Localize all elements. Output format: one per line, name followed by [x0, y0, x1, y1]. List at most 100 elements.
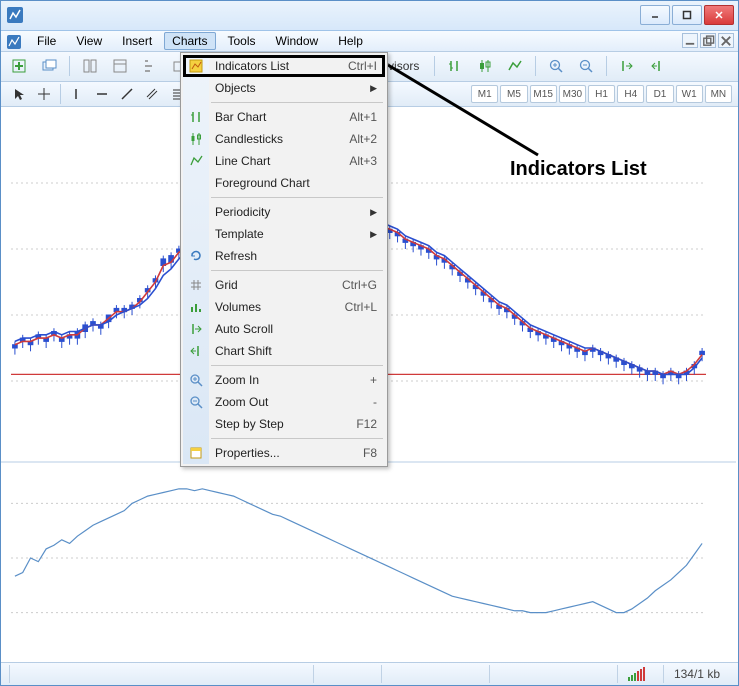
close-button[interactable] [704, 5, 734, 25]
menu-help[interactable]: Help [330, 32, 371, 50]
menu-item-label: Zoom Out [215, 395, 268, 409]
tf-d1[interactable]: D1 [646, 85, 673, 103]
menu-item-volumes[interactable]: Volumes Ctrl+L [183, 296, 385, 318]
grid-icon [188, 277, 204, 293]
app-icon [5, 5, 25, 25]
chartshift-icon [188, 343, 204, 359]
menu-window[interactable]: Window [268, 32, 327, 50]
zoom-in-icon [188, 372, 204, 388]
charts-menu-dropdown: Indicators List Ctrl+I Objects ▶ Bar Chart Al… [180, 52, 388, 467]
vertical-line-button[interactable] [65, 83, 88, 105]
indicators-icon [188, 58, 204, 74]
menu-item-line-chart[interactable]: Line Chart Alt+3 [183, 150, 385, 172]
tf-mn[interactable]: MN [705, 85, 732, 103]
menu-item-candlesticks[interactable]: Candlesticks Alt+2 [183, 128, 385, 150]
callout-label: Indicators List [510, 158, 647, 181]
menu-item-label: Volumes [215, 300, 261, 314]
menu-tools[interactable]: Tools [220, 32, 264, 50]
line-chart-icon [188, 153, 204, 169]
titlebar [1, 1, 738, 31]
auto-scroll-button[interactable] [615, 55, 639, 77]
menu-item-shortcut: + [370, 373, 377, 387]
candlestick-icon [188, 131, 204, 147]
menu-item-label: Objects [215, 81, 256, 95]
channel-button[interactable] [141, 83, 164, 105]
submenu-arrow-icon: ▶ [370, 83, 377, 94]
zoom-out-icon [188, 394, 204, 410]
menu-item-foreground-chart[interactable]: Foreground Chart [183, 172, 385, 194]
trendline-button[interactable] [115, 83, 138, 105]
menu-item-grid[interactable]: Grid Ctrl+G [183, 274, 385, 296]
menu-file[interactable]: File [29, 32, 64, 50]
crosshair-button[interactable] [32, 83, 55, 105]
menu-item-shortcut: - [373, 395, 377, 409]
menu-item-shortcut: F8 [363, 446, 377, 460]
tf-h1[interactable]: H1 [588, 85, 615, 103]
menu-item-label: Candlesticks [215, 132, 283, 146]
volumes-icon [188, 299, 204, 315]
tf-m30[interactable]: M30 [559, 85, 586, 103]
profiles-button[interactable] [37, 55, 61, 77]
menu-item-label: Line Chart [215, 154, 270, 168]
menu-item-auto-scroll[interactable]: Auto Scroll [183, 318, 385, 340]
menu-item-properties-[interactable]: Properties... F8 [183, 442, 385, 464]
menu-item-zoom-out[interactable]: Zoom Out - [183, 391, 385, 413]
menu-item-objects[interactable]: Objects ▶ [183, 77, 385, 99]
minimize-button[interactable] [640, 5, 670, 25]
navigator-button[interactable] [138, 55, 162, 77]
connection-signal-icon [628, 667, 645, 681]
tf-h4[interactable]: H4 [617, 85, 644, 103]
menu-item-label: Step by Step [215, 417, 284, 431]
market-watch-button[interactable] [78, 55, 102, 77]
menu-item-shortcut: Ctrl+L [345, 300, 377, 314]
menu-item-label: Indicators List [215, 59, 289, 73]
menu-item-label: Chart Shift [215, 344, 272, 358]
properties-icon [188, 445, 204, 461]
data-window-button[interactable] [108, 55, 132, 77]
menu-item-label: Zoom In [215, 373, 259, 387]
submenu-arrow-icon: ▶ [370, 229, 377, 240]
doc-icon [5, 33, 23, 51]
menu-item-label: Template [215, 227, 264, 241]
menu-item-shortcut: Alt+1 [349, 110, 377, 124]
menu-item-template[interactable]: Template ▶ [183, 223, 385, 245]
menu-item-shortcut: Ctrl+G [342, 278, 377, 292]
menu-item-bar-chart[interactable]: Bar Chart Alt+1 [183, 106, 385, 128]
menu-item-shortcut: F12 [356, 417, 377, 431]
callout-arrow [388, 55, 548, 165]
cursor-button[interactable] [7, 83, 30, 105]
mdi-close-button[interactable] [718, 33, 734, 48]
menu-item-label: Grid [215, 278, 238, 292]
menu-insert[interactable]: Insert [114, 32, 160, 50]
menu-item-periodicity[interactable]: Periodicity ▶ [183, 201, 385, 223]
menu-item-zoom-in[interactable]: Zoom In + [183, 369, 385, 391]
mdi-minimize-button[interactable] [682, 33, 698, 48]
menu-item-label: Refresh [215, 249, 257, 263]
transfer-status: 134/1 kb [663, 665, 730, 683]
horizontal-line-button[interactable] [90, 83, 113, 105]
menu-item-label: Auto Scroll [215, 322, 273, 336]
bar-chart-icon [188, 109, 204, 125]
tf-w1[interactable]: W1 [676, 85, 703, 103]
menu-item-shortcut: Alt+2 [349, 132, 377, 146]
menu-item-label: Properties... [215, 446, 280, 460]
chart-shift-button[interactable] [645, 55, 669, 77]
menu-view[interactable]: View [68, 32, 110, 50]
menu-item-indicators-list[interactable]: Indicators List Ctrl+I [183, 55, 385, 77]
menu-item-shortcut: Ctrl+I [348, 59, 377, 73]
menu-item-refresh[interactable]: Refresh [183, 245, 385, 267]
submenu-arrow-icon: ▶ [370, 207, 377, 218]
menu-item-label: Periodicity [215, 205, 270, 219]
new-chart-button[interactable] [7, 55, 31, 77]
menu-item-shortcut: Alt+3 [349, 154, 377, 168]
menu-item-chart-shift[interactable]: Chart Shift [183, 340, 385, 362]
refresh-icon [188, 248, 204, 264]
zoom-out-button[interactable] [574, 55, 598, 77]
menubar: File View Insert Charts Tools Window Hel… [1, 31, 738, 53]
menu-item-label: Bar Chart [215, 110, 266, 124]
menu-item-label: Foreground Chart [215, 176, 310, 190]
mdi-restore-button[interactable] [700, 33, 716, 48]
maximize-button[interactable] [672, 5, 702, 25]
menu-charts[interactable]: Charts [164, 32, 215, 50]
menu-item-step-by-step[interactable]: Step by Step F12 [183, 413, 385, 435]
